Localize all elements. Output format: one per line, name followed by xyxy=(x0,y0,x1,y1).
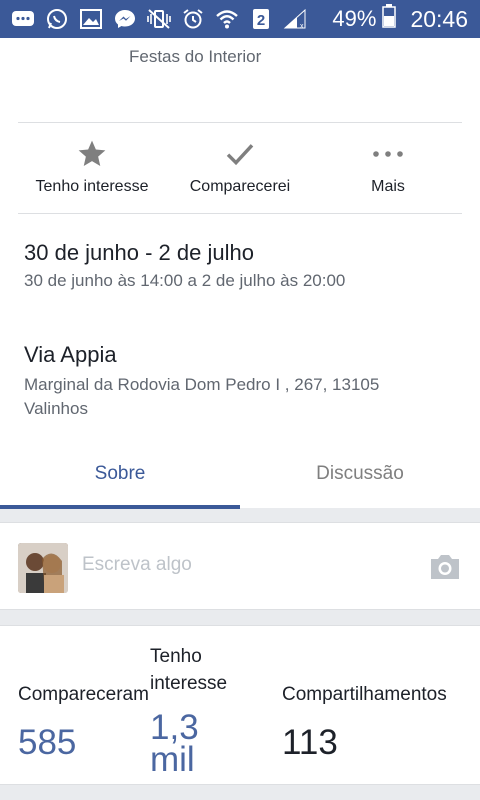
messages-icon xyxy=(10,6,36,32)
status-bar: 2 x 49% 20:46 xyxy=(0,0,480,38)
battery-icon xyxy=(382,4,397,34)
event-place-address[interactable]: Marginal da Rodovia Dom Pedro I , 267, 1… xyxy=(24,373,424,421)
check-icon xyxy=(160,137,320,171)
avatar xyxy=(18,543,68,593)
gallery-icon xyxy=(78,6,104,32)
composer-placeholder[interactable]: Escreva algo xyxy=(82,554,192,576)
attend-label: Comparecerei xyxy=(189,178,291,195)
notification-icons: 2 x xyxy=(10,6,308,32)
battery-percent: 49% xyxy=(332,6,377,31)
vibrate-mute-icon xyxy=(146,6,172,32)
interested-count[interactable]: 1,3 mil xyxy=(150,710,220,777)
tab-discussao[interactable]: Discussão xyxy=(240,451,480,509)
more-button[interactable]: Mais xyxy=(308,133,468,213)
more-label: Mais xyxy=(371,178,405,195)
bottom-strip xyxy=(0,785,480,800)
clock: 20:46 xyxy=(410,5,468,32)
interested-stat-label: Tenho interesse xyxy=(150,646,228,694)
post-composer[interactable]: Escreva algo xyxy=(0,522,480,610)
shares-count[interactable]: 113 xyxy=(282,725,338,760)
divider xyxy=(18,122,462,123)
interested-button[interactable]: Tenho interesse xyxy=(12,133,172,213)
signal-icon: x xyxy=(282,6,308,32)
event-actions: Tenho interesse Comparecerei Mais xyxy=(0,133,480,213)
camera-icon[interactable] xyxy=(428,553,462,581)
event-date-title: 30 de junho - 2 de julho xyxy=(24,240,254,265)
divider xyxy=(18,213,462,214)
sim-badge: 2 xyxy=(248,6,274,32)
whatsapp-icon xyxy=(44,6,70,32)
star-icon xyxy=(12,137,172,171)
tab-sobre[interactable]: Sobre xyxy=(0,451,240,509)
attended-count[interactable]: 585 xyxy=(18,725,76,760)
attended-label: Compareceram xyxy=(18,684,149,705)
event-date-detail: 30 de junho às 14:00 a 2 de julho às 20:… xyxy=(24,271,346,290)
shares-label: Compartilhamentos xyxy=(282,684,447,705)
event-category: Festas do Interior xyxy=(129,47,262,66)
event-stats: Compareceram 585 Tenho interesse 1,3 mil… xyxy=(0,625,480,785)
alarm-icon xyxy=(180,6,206,32)
svg-text:x: x xyxy=(300,23,304,30)
more-icon xyxy=(308,137,468,171)
event-place-name[interactable]: Via Appia xyxy=(24,342,117,368)
messenger-icon xyxy=(112,6,138,32)
status-right: 49% 20:46 xyxy=(332,4,468,34)
attend-button[interactable]: Comparecerei xyxy=(160,133,320,213)
interested-label: Tenho interesse xyxy=(35,178,149,195)
svg-text:2: 2 xyxy=(257,12,265,29)
event-card: Festas do Interior Tenho interesse Compa… xyxy=(0,38,480,509)
wifi-icon xyxy=(214,6,240,32)
